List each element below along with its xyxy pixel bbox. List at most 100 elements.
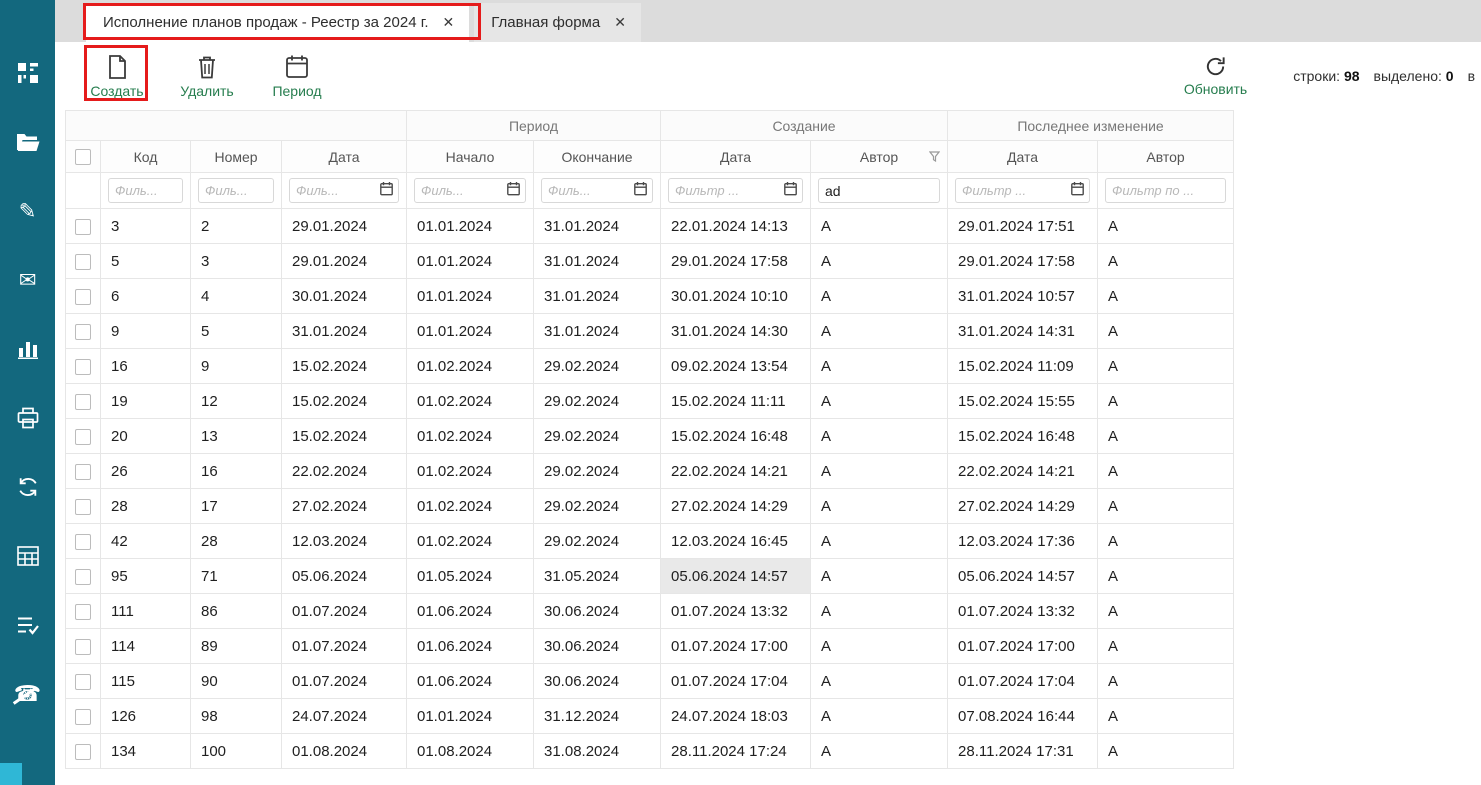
folder-icon[interactable] <box>15 129 41 155</box>
cell[interactable]: A <box>1098 524 1234 559</box>
cell[interactable]: A <box>1098 419 1234 454</box>
filter-creation-author-input[interactable] <box>818 178 940 203</box>
cell[interactable]: 01.07.2024 <box>282 664 407 699</box>
cell[interactable]: 3 <box>191 244 282 279</box>
table-row[interactable]: 1118601.07.202401.06.202430.06.202401.07… <box>66 594 1234 629</box>
cell[interactable]: 01.06.2024 <box>407 629 534 664</box>
cell[interactable]: A <box>1098 349 1234 384</box>
cell[interactable]: 30.06.2024 <box>534 629 661 664</box>
cell[interactable]: 71 <box>191 559 282 594</box>
cell[interactable]: A <box>811 244 948 279</box>
cell[interactable]: 22.02.2024 <box>282 454 407 489</box>
cell[interactable]: 01.01.2024 <box>407 244 534 279</box>
cell[interactable]: A <box>811 349 948 384</box>
cell[interactable]: 28 <box>191 524 282 559</box>
cell[interactable]: A <box>1098 594 1234 629</box>
calendar-icon[interactable] <box>784 181 797 200</box>
cell[interactable]: A <box>811 629 948 664</box>
cell[interactable]: 12.03.2024 16:45 <box>661 524 811 559</box>
cell[interactable]: 05.06.2024 14:57 <box>948 559 1098 594</box>
cell[interactable]: A <box>811 419 948 454</box>
row-checkbox[interactable] <box>75 499 91 515</box>
cell[interactable]: 30.06.2024 <box>534 664 661 699</box>
cell[interactable]: 5 <box>191 314 282 349</box>
cell[interactable]: A <box>811 209 948 244</box>
cell[interactable]: 3 <box>101 209 191 244</box>
cell[interactable]: 31.01.2024 14:30 <box>661 314 811 349</box>
cell[interactable]: A <box>811 559 948 594</box>
cell[interactable]: 15.02.2024 16:48 <box>661 419 811 454</box>
cell[interactable]: A <box>1098 209 1234 244</box>
cell[interactable]: 01.02.2024 <box>407 419 534 454</box>
row-checkbox[interactable] <box>75 569 91 585</box>
cell[interactable]: 05.06.2024 14:57 <box>661 559 811 594</box>
cell[interactable]: 30.01.2024 <box>282 279 407 314</box>
cell[interactable]: 24.07.2024 18:03 <box>661 699 811 734</box>
cell[interactable]: 28.11.2024 17:31 <box>948 734 1098 769</box>
tab-main-form[interactable]: Главная форма ✕ <box>474 3 641 42</box>
mail-icon[interactable]: ✉ <box>15 267 41 293</box>
row-checkbox[interactable] <box>75 394 91 410</box>
delete-button[interactable]: Удалить <box>178 54 236 99</box>
cell[interactable]: 89 <box>191 629 282 664</box>
cell[interactable]: 15.02.2024 <box>282 384 407 419</box>
cell[interactable]: 29.02.2024 <box>534 349 661 384</box>
row-checkbox[interactable] <box>75 464 91 480</box>
cell[interactable]: 20 <box>101 419 191 454</box>
cell[interactable]: 01.07.2024 17:00 <box>661 629 811 664</box>
cell[interactable]: 01.02.2024 <box>407 454 534 489</box>
cell[interactable]: 4 <box>191 279 282 314</box>
cell[interactable]: 86 <box>191 594 282 629</box>
cell[interactable]: 16 <box>191 454 282 489</box>
select-all-checkbox[interactable] <box>75 149 91 165</box>
qr-code-icon[interactable] <box>15 60 41 86</box>
cell[interactable]: 9 <box>101 314 191 349</box>
print-icon[interactable] <box>15 405 41 431</box>
cell[interactable]: 31.01.2024 <box>534 279 661 314</box>
table-row[interactable]: 422812.03.202401.02.202429.02.202412.03.… <box>66 524 1234 559</box>
cell[interactable]: 24.07.2024 <box>282 699 407 734</box>
cell[interactable]: 22.01.2024 14:13 <box>661 209 811 244</box>
cell[interactable]: 01.01.2024 <box>407 314 534 349</box>
cell[interactable]: A <box>811 699 948 734</box>
table-row[interactable]: 16915.02.202401.02.202429.02.202409.02.2… <box>66 349 1234 384</box>
cell[interactable]: 26 <box>101 454 191 489</box>
cell[interactable]: A <box>1098 734 1234 769</box>
cell[interactable]: 12.03.2024 17:36 <box>948 524 1098 559</box>
cell[interactable]: 126 <box>101 699 191 734</box>
cell[interactable]: 90 <box>191 664 282 699</box>
cell[interactable]: 01.07.2024 13:32 <box>661 594 811 629</box>
cell[interactable]: 95 <box>101 559 191 594</box>
cell[interactable]: 15.02.2024 11:11 <box>661 384 811 419</box>
cell[interactable]: 01.01.2024 <box>407 209 534 244</box>
cell[interactable]: 134 <box>101 734 191 769</box>
cell[interactable]: A <box>1098 244 1234 279</box>
cell[interactable]: 05.06.2024 <box>282 559 407 594</box>
cell[interactable]: 01.02.2024 <box>407 489 534 524</box>
cell[interactable]: 01.08.2024 <box>282 734 407 769</box>
cell[interactable]: 114 <box>101 629 191 664</box>
filter-creation-date-input[interactable] <box>668 178 803 203</box>
cell[interactable]: 15.02.2024 <box>282 349 407 384</box>
cell[interactable]: 29.01.2024 17:58 <box>948 244 1098 279</box>
row-checkbox[interactable] <box>75 324 91 340</box>
cell[interactable]: 31.01.2024 14:31 <box>948 314 1098 349</box>
row-checkbox[interactable] <box>75 254 91 270</box>
cell[interactable]: 30.01.2024 10:10 <box>661 279 811 314</box>
cell[interactable]: A <box>811 279 948 314</box>
cell[interactable]: 100 <box>191 734 282 769</box>
cell[interactable]: 01.05.2024 <box>407 559 534 594</box>
row-checkbox[interactable] <box>75 744 91 760</box>
cell[interactable]: 01.02.2024 <box>407 524 534 559</box>
cell[interactable]: A <box>1098 489 1234 524</box>
row-checkbox[interactable] <box>75 639 91 655</box>
calendar-icon[interactable] <box>380 181 393 200</box>
cell[interactable]: 29.02.2024 <box>534 419 661 454</box>
row-checkbox[interactable] <box>75 429 91 445</box>
cell[interactable]: 98 <box>191 699 282 734</box>
cell[interactable]: 07.08.2024 16:44 <box>948 699 1098 734</box>
cell[interactable]: 27.02.2024 <box>282 489 407 524</box>
cell[interactable]: 29.02.2024 <box>534 524 661 559</box>
cell[interactable]: 16 <box>101 349 191 384</box>
cell[interactable]: A <box>1098 454 1234 489</box>
